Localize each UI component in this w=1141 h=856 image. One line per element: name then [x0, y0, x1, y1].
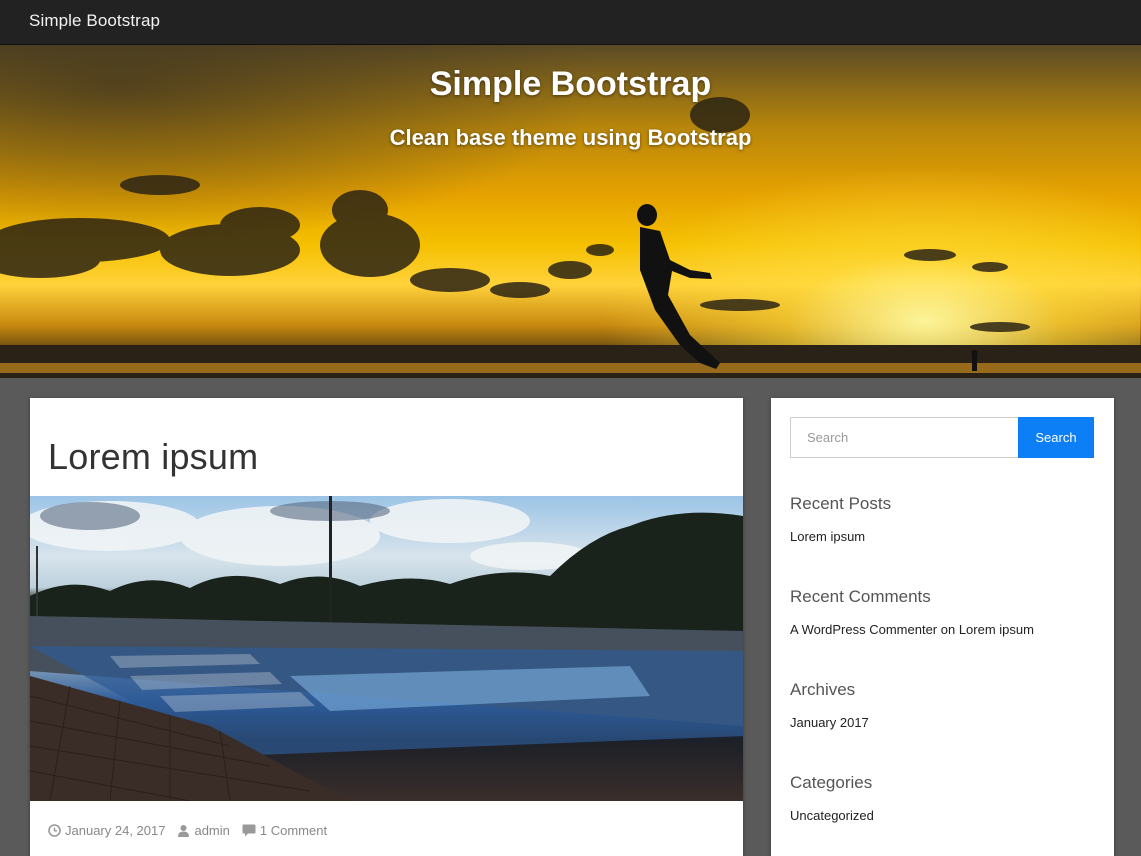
widget-title-archives: Archives	[790, 680, 856, 699]
post-date[interactable]: January 24, 2017	[48, 823, 165, 838]
hero-header: Simple Bootstrap Clean base theme using …	[0, 45, 1141, 378]
site-brand-link[interactable]: Simple Bootstrap	[29, 11, 160, 31]
site-tagline: Clean base theme using Bootstrap	[389, 125, 752, 150]
post-meta: January 24, 2017 admin 1 Comment	[48, 823, 339, 838]
post-comments[interactable]: 1 Comment	[242, 823, 327, 838]
recent-post-link[interactable]: Lorem ipsum	[790, 529, 865, 544]
post-comments-text: 1 Comment	[259, 823, 328, 838]
site-title: Simple Bootstrap	[429, 65, 712, 103]
clock-icon	[48, 824, 61, 837]
post-featured-image[interactable]	[30, 496, 743, 801]
widget-title-categories: Categories	[790, 773, 873, 792]
comment-icon	[242, 824, 256, 837]
sidebar: Search Recent Posts Lorem ipsum Recent C…	[771, 398, 1114, 856]
post-author[interactable]: admin	[177, 823, 230, 838]
post-date-text: January 24, 2017	[65, 823, 166, 838]
search-button[interactable]: Search	[1018, 417, 1094, 458]
widget-title-recent-comments: Recent Comments	[790, 587, 931, 606]
category-link[interactable]: Uncategorized	[790, 808, 874, 823]
post-title[interactable]: Lorem ipsum	[48, 436, 258, 478]
post-card: Lorem ipsum January 24, 2017 admin 1 Com…	[30, 398, 743, 856]
navbar: Simple Bootstrap	[0, 0, 1141, 45]
recent-comment-link[interactable]: A WordPress Commenter on Lorem ipsum	[790, 622, 1034, 637]
post-image-scenery	[30, 496, 743, 801]
search-input[interactable]	[790, 417, 1018, 458]
widget-title-recent-posts: Recent Posts	[790, 494, 892, 513]
user-icon	[178, 825, 190, 837]
archive-link[interactable]: January 2017	[790, 715, 869, 730]
post-author-text: admin	[194, 823, 230, 838]
